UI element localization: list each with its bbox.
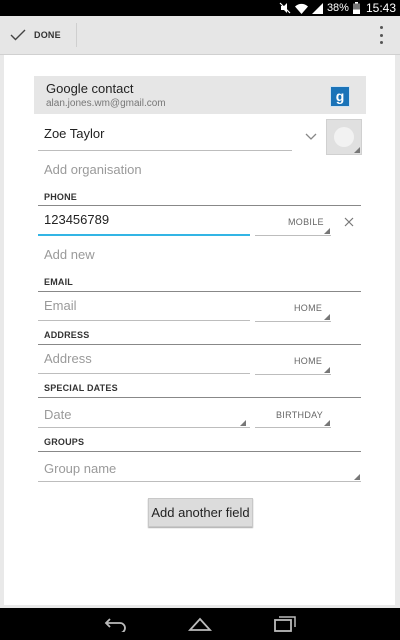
special-dates-section-header: SPECIAL DATES: [44, 383, 118, 393]
address-field[interactable]: Address: [44, 351, 92, 366]
add-new-phone-link[interactable]: Add new: [44, 247, 95, 262]
address-section-header: ADDRESS: [44, 330, 90, 340]
email-underline: [38, 320, 250, 321]
google-logo-icon: g: [330, 86, 350, 107]
address-underline: [38, 373, 250, 374]
signal-icon: [311, 2, 323, 14]
phone-type-selector[interactable]: MOBILE: [288, 217, 324, 227]
address-type-underline: [255, 374, 331, 375]
recent-apps-icon[interactable]: [274, 616, 296, 632]
back-icon[interactable]: [104, 616, 128, 632]
phone-type-underline: [255, 235, 331, 236]
done-button[interactable]: DONE: [0, 16, 76, 54]
avatar-placeholder-icon: [334, 127, 354, 147]
battery-percent: 38%: [326, 2, 349, 14]
email-type-dropdown-icon: [324, 314, 330, 320]
date-type-underline: [255, 427, 331, 428]
email-section-divider: [38, 291, 361, 292]
address-type-selector[interactable]: HOME: [294, 356, 322, 366]
group-name-field[interactable]: Group name: [44, 461, 116, 476]
email-type-underline: [255, 321, 331, 322]
phone-type-dropdown-icon: [324, 228, 330, 234]
remove-phone-icon[interactable]: [344, 217, 354, 227]
date-type-dropdown-icon: [324, 420, 330, 426]
battery-icon: [352, 2, 360, 14]
date-field[interactable]: Date: [44, 407, 71, 422]
account-header: Google contact alan.jones.wm@gmail.com g: [34, 76, 366, 114]
navigation-bar: [0, 608, 400, 640]
status-icons: 38% 15:43: [279, 1, 396, 15]
special-dates-section-divider: [38, 397, 361, 398]
done-label: DONE: [34, 30, 61, 40]
groups-section-header: GROUPS: [44, 437, 85, 447]
phone-section-divider: [38, 205, 361, 206]
date-dropdown-icon: [240, 420, 246, 426]
name-field[interactable]: Zoe Taylor: [44, 126, 104, 141]
group-underline: [38, 481, 361, 482]
organisation-field[interactable]: Add organisation: [44, 162, 142, 177]
checkmark-icon: [10, 29, 26, 41]
phone-underline: [38, 234, 250, 236]
name-underline: [38, 150, 292, 151]
phone-section-header: PHONE: [44, 192, 78, 202]
email-field[interactable]: Email: [44, 298, 77, 313]
action-divider: [76, 23, 77, 47]
phone-field[interactable]: 123456789: [44, 212, 109, 227]
photo-dropdown-icon: [354, 147, 360, 153]
home-icon[interactable]: [188, 616, 212, 632]
action-bar: DONE: [0, 16, 400, 55]
account-type: Google contact: [46, 81, 134, 96]
chevron-down-icon[interactable]: [305, 133, 317, 141]
address-section-divider: [38, 344, 361, 345]
wifi-icon: [294, 3, 308, 14]
date-underline: [38, 427, 250, 428]
contact-photo[interactable]: [326, 119, 362, 155]
clock: 15:43: [365, 1, 396, 15]
address-type-dropdown-icon: [324, 367, 330, 373]
status-bar: 38% 15:43: [0, 0, 400, 16]
account-email: alan.jones.wm@gmail.com: [46, 98, 166, 109]
email-section-header: EMAIL: [44, 277, 73, 287]
mute-icon: [279, 2, 291, 14]
group-dropdown-icon: [354, 474, 360, 480]
date-type-selector[interactable]: BIRTHDAY: [276, 410, 323, 420]
overflow-menu-icon[interactable]: [376, 26, 386, 44]
email-type-selector[interactable]: HOME: [294, 303, 322, 313]
groups-section-divider: [38, 451, 361, 452]
contact-editor-card: Google contact alan.jones.wm@gmail.com g…: [4, 55, 395, 605]
add-another-field-button[interactable]: Add another field: [148, 498, 253, 527]
